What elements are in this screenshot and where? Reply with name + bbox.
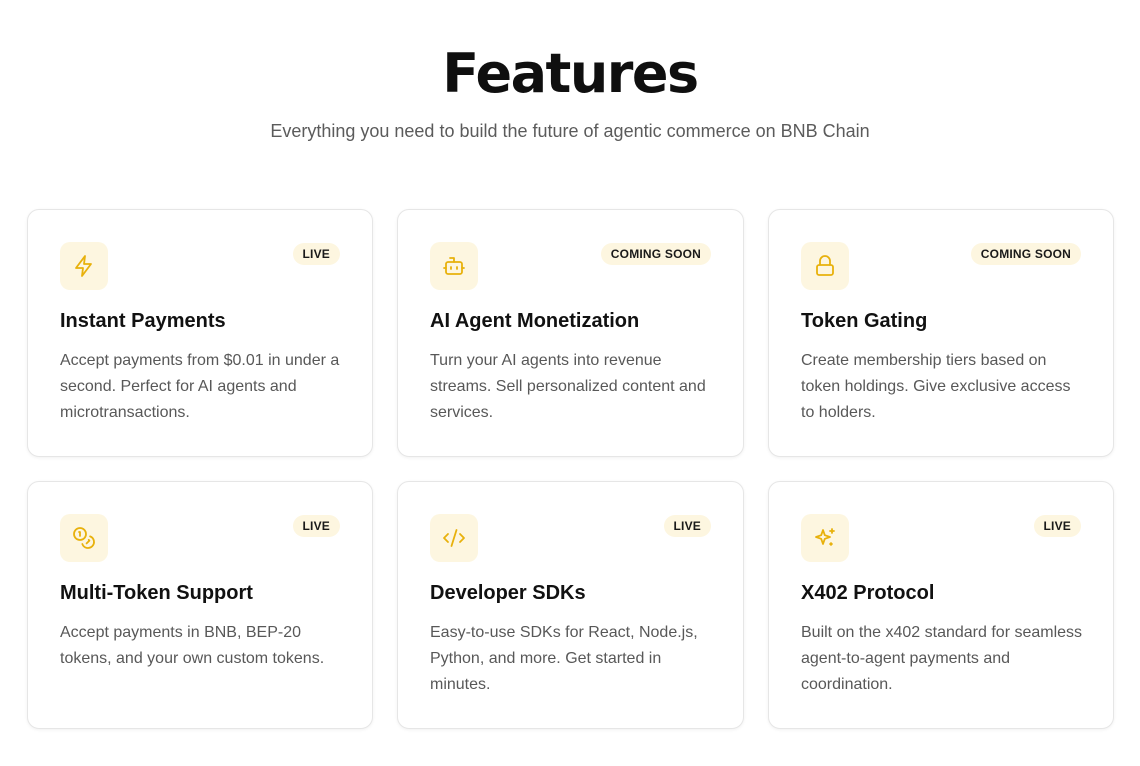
robot-icon [430, 242, 478, 290]
feature-card-developer-sdks[interactable]: LIVE Developer SDKs Easy-to-use SDKs for… [397, 481, 744, 729]
feature-card-instant-payments[interactable]: LIVE Instant Payments Accept payments fr… [27, 209, 373, 457]
features-grid: LIVE Instant Payments Accept payments fr… [27, 209, 1114, 729]
feature-card-ai-agent-monetization[interactable]: COMING SOON AI Agent Monetization Turn y… [397, 209, 744, 457]
status-badge: LIVE [663, 515, 711, 537]
feature-card-x402-protocol[interactable]: LIVE X402 Protocol Built on the x402 sta… [768, 481, 1114, 729]
status-badge: LIVE [292, 243, 340, 265]
feature-card-token-gating[interactable]: COMING SOON Token Gating Create membersh… [768, 209, 1114, 457]
feature-title: Developer SDKs [430, 582, 586, 604]
status-badge: COMING SOON [970, 243, 1081, 265]
lock-icon [801, 242, 849, 290]
feature-description: Create membership tiers based on token h… [801, 352, 1071, 421]
feature-description: Accept payments from $0.01 in under a se… [60, 352, 340, 421]
feature-description: Easy-to-use SDKs for React, Node.js, Pyt… [430, 624, 698, 693]
feature-description: Accept payments in BNB, BEP-20 tokens, a… [60, 624, 325, 667]
feature-title: Multi-Token Support [60, 582, 253, 604]
feature-title: Token Gating [801, 310, 928, 332]
status-badge: LIVE [1033, 515, 1081, 537]
feature-title: AI Agent Monetization [430, 310, 640, 332]
feature-title: Instant Payments [60, 310, 226, 332]
feature-description: Turn your AI agents into revenue streams… [430, 352, 706, 421]
code-icon [430, 514, 478, 562]
coins-icon [60, 514, 108, 562]
page-title: Features [442, 42, 699, 105]
status-badge: COMING SOON [600, 243, 711, 265]
sparkles-icon [801, 514, 849, 562]
page-subtitle: Everything you need to build the future … [270, 121, 870, 141]
features-section: Features Everything you need to build th… [0, 0, 1140, 766]
lightning-icon [60, 242, 108, 290]
feature-title: X402 Protocol [801, 582, 935, 604]
feature-description: Built on the x402 standard for seamless … [801, 624, 1083, 693]
feature-card-multi-token-support[interactable]: LIVE Multi-Token Support Accept payments… [27, 481, 373, 729]
status-badge: LIVE [292, 515, 340, 537]
